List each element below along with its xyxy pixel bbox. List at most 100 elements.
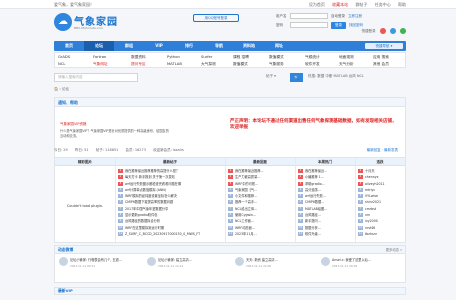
list-item-text: WRF动态面... [235,225,255,230]
list-item-text: vrn [365,213,371,218]
col-header-new-replies: 最新回复 [225,158,295,166]
notice-vip-link[interactable]: 气象家园VIP资格 [60,122,87,127]
subnav-item[interactable]: 天气分析 [339,61,354,68]
subnav-item[interactable]: 气候统计 [305,54,320,61]
nav-resources[interactable]: 资料站 [234,41,264,51]
rank-badge: 6 [228,200,233,205]
nav-ranking[interactable]: 排行 [174,41,204,51]
notice-title: 通知、帮助 [55,98,405,107]
rank-badge: 1 [298,169,303,173]
subnav-item[interactable]: Surfer [201,54,216,61]
list-item-text: NCL工作面... [235,219,254,224]
dynamic-card[interactable]: 天天: 新资 建立高清... 2023-11-11 22:00 [235,256,319,282]
latest-vip-header: 最新VIP [54,287,406,295]
hot-search: 热搜: 数据 中断 MATLAB 台风 NCL [308,74,364,78]
list-item[interactable]: 11 Z_SURF_C_BCCD_20230917000130_0_MWS_FT [118,231,223,237]
site-logo[interactable]: ☁ 气象家园 BBS.06climate.com [54,12,122,34]
subnav-item[interactable]: 数值模式 [233,61,249,68]
stat-today: 今日: 29 [54,148,68,152]
list-item[interactable]: 11 tbzhsnr [358,231,403,237]
breadcrumb[interactable]: 🏠 › 论坛 [54,87,69,92]
rank-badge: 3 [228,181,233,186]
rank-badge: 2 [228,175,233,180]
stat-new-member[interactable]: 欢迎新会员: issalrs [153,148,184,152]
qq-icon[interactable] [389,28,396,34]
rank-badge: 7 [228,206,233,211]
link-bookmark[interactable]: 收藏本站 [332,2,348,7]
list-item[interactable]: 11 2023年11月... [228,231,293,237]
subnav-item[interactable]: Fortran [93,54,108,61]
link-help[interactable]: 帮助 [398,2,406,7]
nav-guide[interactable]: 导航 [204,41,234,51]
subnav-item[interactable]: 应用 搜索 [373,54,389,61]
dynamic-text: Ansel.c: 我爱了这里以后... [332,258,371,262]
list-item-text: 显示更新gradio软件包 [125,213,158,218]
dynamics-more-link[interactable]: 更多动态 » [386,246,402,254]
link-group-posts[interactable]: 群帖子 [355,2,367,7]
subnav-item[interactable]: Python [167,54,182,61]
dynamic-text: 天天: 新资 建立高清... [246,258,278,262]
rank-badge: 6 [298,200,303,205]
rank-badge: 1 [228,169,233,173]
password-label: 密码 [276,22,283,27]
link-set-home[interactable]: 设为首页 [309,2,325,7]
subnav-item[interactable]: 课程 招聘 [233,54,249,61]
subnav-item[interactable]: 数据资料 [131,54,146,61]
subnav-col: Fortran 气象网址 [93,54,108,68]
subnav-item[interactable]: 气象服务 [269,61,284,68]
qq-login-button[interactable]: 用QQ账号登录 [193,14,239,22]
list-item-text: 台风路径的数据拟合分析 [125,219,161,224]
find-password-link[interactable]: 找回密码 [349,23,363,28]
username-input[interactable] [290,13,328,19]
avatar [147,257,156,266]
nav-vip[interactable]: VIP [144,41,174,51]
subnav-item[interactable]: 软件开发 [305,61,320,68]
rank-badge: 7 [118,206,123,211]
list-item-text: CMIP6数据... [305,200,325,205]
nav-home[interactable]: 首页 [54,41,84,51]
search-button[interactable]: 🔍 [290,73,303,82]
subnav-item[interactable]: 提问专区 [131,61,146,68]
subnav-item[interactable]: 其他 会员 [373,61,389,68]
register-link[interactable]: 立即注册 [348,14,362,19]
password-input[interactable] [290,22,328,28]
link-tasks[interactable]: 任务中心 [375,2,391,7]
quick-nav-dropdown[interactable]: 快捷导航 ▾ [365,43,403,49]
list-item-text: 软件升级... [305,231,321,236]
stats-right-links[interactable]: 最新回复 · 最新发表 [367,148,398,153]
rank-badge: 8 [358,213,363,218]
nav-groups[interactable]: 群组 [114,41,144,51]
divider [225,158,226,242]
nav-links[interactable]: 网址 [264,41,294,51]
rank-badge: 4 [298,187,303,192]
subnav-item[interactable]: 大气探测 [201,61,216,68]
dynamic-card[interactable]: 论坛小管家: 行程表会有几个, 五道... 2023-11-11 09:31 [59,256,143,282]
list-item[interactable]: 11 软件升级... [298,231,353,237]
dynamics-panel: 动态微博 更多动态 » 论坛小管家: 行程表会有几个, 五道... 2023-1… [54,245,406,283]
rank-badge: 11 [228,231,233,236]
dynamic-card[interactable]: Ansel.c: 我爱了这里以后... 2023-11-11 00:09 [321,256,405,282]
login-button[interactable]: 登录 [331,21,346,29]
search-scope-select[interactable]: 帖子 ▾ [266,74,276,79]
rank-badge: 2 [118,175,123,180]
subnav-item[interactable]: MATLAB [167,61,182,68]
dynamics-title-text: 动态微博 [58,247,74,252]
sub-nav: GrADS NCL Fortran 气象网址 数据资料 提问专区 Python … [54,52,406,68]
list-item-text: 求助gradio... [305,181,325,186]
subnav-item[interactable]: 气象网址 [93,61,108,68]
col-header-images: 精彩图片 [55,158,115,166]
remember-me[interactable]: 自动登录 [331,14,345,19]
rank-badge: 7 [298,206,303,211]
subnav-item[interactable]: 地面观测 [339,54,354,61]
subnav-item[interactable]: GrADS [58,54,70,61]
search-input[interactable]: 请输入搜索内容 [54,73,138,82]
dynamic-date: 2023-11-11 00:09 [332,264,358,268]
subnav-item[interactable]: NCL [58,61,70,68]
wechat-icon[interactable] [400,28,406,34]
weibo-icon[interactable] [379,28,386,34]
nav-forum[interactable]: 论坛 [84,41,114,51]
stat-posts: 帖子: 118851 [95,148,119,152]
dynamic-card[interactable]: 论坛小管家: 建立高清... 2023-11-11 14:14 [147,256,231,282]
list-item-text: NCL给出立体... [235,206,258,211]
subnav-item[interactable]: 数值模式 [269,54,284,61]
